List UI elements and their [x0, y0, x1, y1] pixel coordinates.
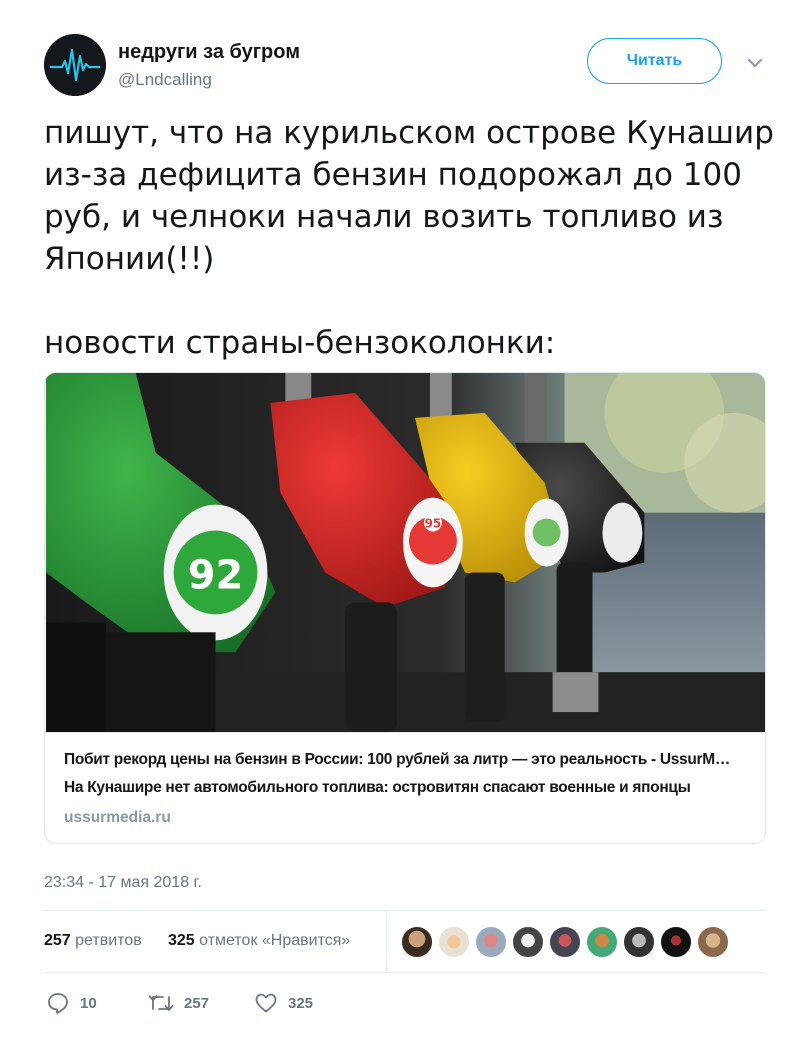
- liker-avatar[interactable]: [475, 926, 507, 958]
- liker-avatar[interactable]: [438, 926, 470, 958]
- like-count: 325: [288, 994, 314, 1012]
- like-button[interactable]: 325: [254, 988, 313, 1018]
- tweet-header: недруги за бугром @Lndcalling Читать: [44, 34, 766, 98]
- chevron-down-icon[interactable]: [744, 52, 766, 74]
- card-description: На Кунашире нет автомобильного топлива: …: [64, 779, 691, 796]
- heartbeat-icon: [44, 34, 106, 96]
- retweet-icon: [148, 995, 174, 1011]
- liker-avatar[interactable]: [660, 926, 692, 958]
- tweet-timestamp[interactable]: 23:34 - 17 мая 2018 г.: [44, 874, 202, 892]
- follow-button[interactable]: Читать: [587, 38, 722, 84]
- fuel-grade-95-label: 95: [425, 517, 442, 531]
- liker-avatar[interactable]: [401, 926, 433, 958]
- retweets-count: 257: [44, 932, 71, 949]
- user-avatar[interactable]: [44, 34, 106, 96]
- liker-avatar[interactable]: [623, 926, 655, 958]
- reply-icon: [48, 993, 68, 1014]
- reply-button[interactable]: 10: [46, 988, 97, 1018]
- likes-stat[interactable]: 325 отметок «Нравится»: [168, 932, 350, 950]
- retweets-label: ретвитов: [75, 932, 142, 949]
- divider: [44, 972, 766, 973]
- fuel-grade-92-label: 92: [188, 552, 244, 598]
- liker-avatar[interactable]: [549, 926, 581, 958]
- liker-avatar[interactable]: [697, 926, 729, 958]
- card-title[interactable]: Побит рекорд цены на бензин в России: 10…: [64, 751, 754, 769]
- user-handle[interactable]: @Lndcalling: [118, 70, 212, 90]
- likes-count: 325: [168, 932, 195, 949]
- liker-avatar[interactable]: [586, 926, 618, 958]
- liker-avatar[interactable]: [512, 926, 544, 958]
- likes-label: отметок «Нравится»: [199, 932, 351, 949]
- card-image[interactable]: 95 92: [45, 373, 766, 733]
- link-card[interactable]: 95 92 Побит рекорд цены на бензин в Росс…: [44, 372, 766, 844]
- heart-icon: [255, 993, 277, 1013]
- tweet-text: пишут, что на курильском острове Кунашир…: [44, 115, 774, 361]
- reply-count: 10: [80, 994, 97, 1012]
- user-display-name[interactable]: недруги за бугром: [118, 41, 300, 64]
- retweet-count: 257: [184, 994, 210, 1012]
- tweet-actions: 10 257 325: [44, 988, 766, 1018]
- retweets-stat[interactable]: 257 ретвитов: [44, 932, 142, 950]
- tweet-stats: 257 ретвитов 325 отметок «Нравится»: [44, 910, 766, 972]
- card-domain: ussurmedia.ru: [64, 809, 171, 826]
- stats-separator: [386, 910, 387, 972]
- retweet-button[interactable]: 257: [148, 988, 209, 1018]
